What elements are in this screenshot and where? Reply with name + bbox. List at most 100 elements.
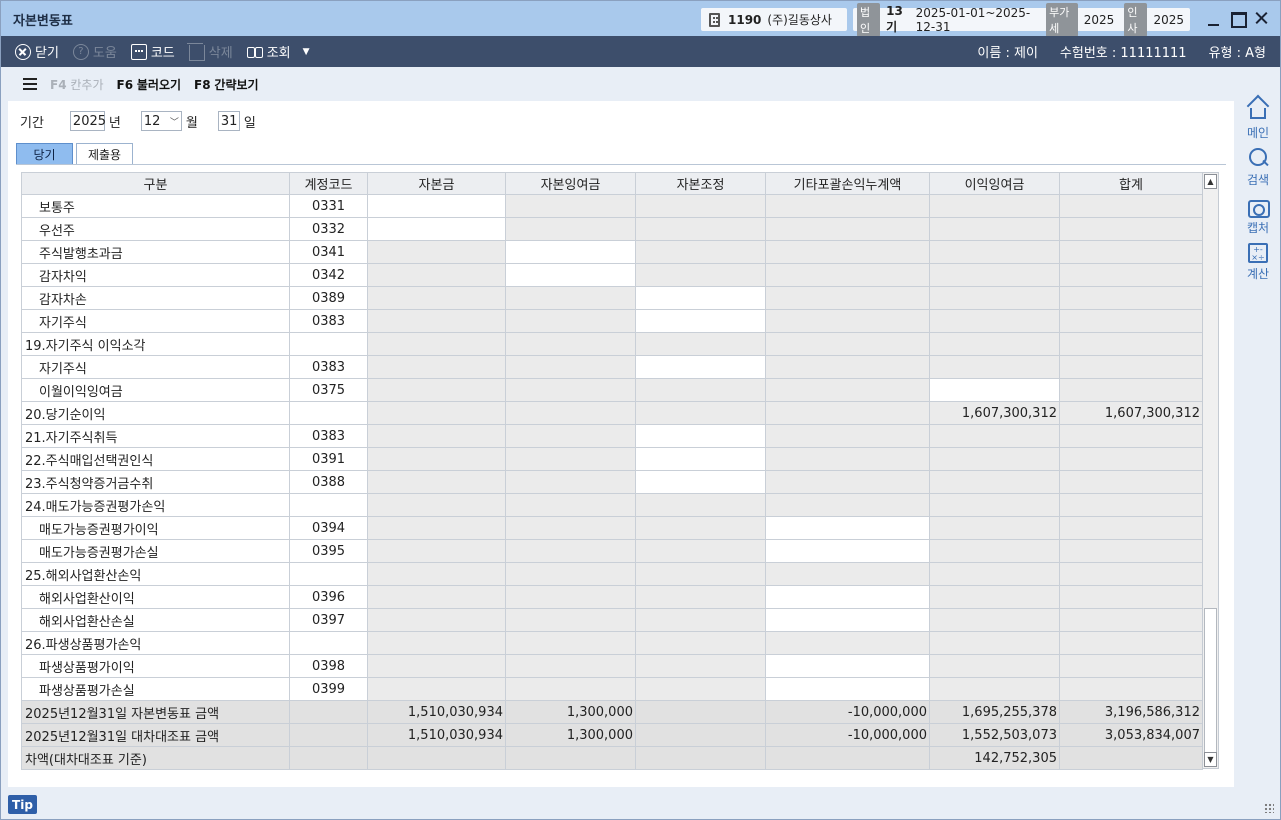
editable-amount-cell[interactable] bbox=[367, 194, 506, 218]
editable-amount-cell[interactable] bbox=[635, 447, 766, 471]
editable-amount-cell[interactable] bbox=[635, 309, 766, 333]
query-button[interactable]: 조회 bbox=[246, 36, 291, 67]
editable-amount-cell[interactable] bbox=[635, 286, 766, 310]
amount-cell bbox=[765, 217, 930, 241]
table-row: 매도가능증권평가이익 0394 bbox=[21, 516, 1203, 540]
account-code-cell[interactable] bbox=[289, 332, 368, 356]
month-select[interactable]: 12 ﹀ bbox=[140, 111, 182, 131]
row-label: 파생상품평가이익 bbox=[21, 654, 290, 678]
resize-grip-icon[interactable] bbox=[1264, 803, 1274, 813]
amount-cell bbox=[505, 355, 636, 379]
editable-amount-cell[interactable] bbox=[765, 539, 930, 563]
account-code-cell[interactable]: 0388 bbox=[289, 470, 368, 494]
delete-button[interactable]: 삭제 bbox=[186, 36, 233, 67]
row-label: 매도가능증권평가이익 bbox=[21, 516, 290, 540]
account-code-cell[interactable]: 0389 bbox=[289, 286, 368, 310]
editable-amount-cell[interactable] bbox=[505, 240, 636, 264]
editable-amount-cell[interactable] bbox=[635, 424, 766, 448]
account-code-cell[interactable]: 0383 bbox=[289, 309, 368, 333]
maximize-icon[interactable] bbox=[1230, 11, 1247, 28]
side-capture-button[interactable]: 캡처 bbox=[1237, 195, 1279, 243]
close-button[interactable]: 닫기 bbox=[15, 36, 59, 67]
account-code-cell[interactable]: 0396 bbox=[289, 585, 368, 609]
table-row: 주식발행초과금 0341 bbox=[21, 240, 1203, 264]
code-button-label: 코드 bbox=[150, 46, 175, 61]
side-main-button[interactable]: 메인 bbox=[1237, 99, 1279, 147]
editable-amount-cell[interactable] bbox=[635, 355, 766, 379]
code-button[interactable]: 코드 bbox=[130, 36, 175, 67]
account-code-cell[interactable]: 0332 bbox=[289, 217, 368, 241]
tab-submission[interactable]: 제출용 bbox=[76, 143, 133, 165]
more-dropdown-icon[interactable]: ▼ bbox=[303, 47, 310, 57]
table-row: 해외사업환산손실 0397 bbox=[21, 608, 1203, 632]
account-code-cell[interactable]: 0398 bbox=[289, 654, 368, 678]
amount-cell bbox=[1059, 562, 1203, 586]
scroll-thumb[interactable] bbox=[1204, 608, 1217, 753]
account-code-cell[interactable]: 0331 bbox=[289, 194, 368, 218]
account-code-cell[interactable] bbox=[289, 562, 368, 586]
amount-cell bbox=[929, 631, 1060, 655]
close-window-icon[interactable] bbox=[1254, 11, 1270, 27]
hr-year: 2025 bbox=[1153, 12, 1184, 27]
amount-cell bbox=[367, 631, 506, 655]
row-label: 21.자기주식취득 bbox=[21, 424, 290, 448]
editable-amount-cell[interactable] bbox=[367, 217, 506, 241]
account-code-cell[interactable] bbox=[289, 631, 368, 655]
tab-current[interactable]: 당기 bbox=[16, 143, 73, 165]
editable-amount-cell[interactable] bbox=[765, 585, 930, 609]
exam-number-info: 수험번호 : 11111111 bbox=[1059, 46, 1187, 61]
account-code-cell[interactable]: 0375 bbox=[289, 378, 368, 402]
year-input[interactable]: 2025 bbox=[69, 111, 106, 131]
editable-amount-cell[interactable] bbox=[929, 378, 1060, 402]
side-calc-button[interactable]: +- ×÷ 계산 bbox=[1237, 243, 1279, 291]
row-label: 차액(대차대조표 기준) bbox=[21, 746, 290, 770]
scroll-up-icon[interactable]: ▲ bbox=[1204, 174, 1217, 189]
account-code-cell[interactable]: 0383 bbox=[289, 424, 368, 448]
fiscal-period-box[interactable]: 법인 13기 2025-01-01~2025-12-31 부가세 2025 인사… bbox=[853, 2, 1190, 37]
f8-summary-button[interactable]: F8 간략보기 bbox=[194, 76, 259, 93]
account-code-cell[interactable]: 0383 bbox=[289, 355, 368, 379]
table-row: 25.해외사업환산손익 bbox=[21, 562, 1203, 586]
f4-add-column-button[interactable]: F4 칸추가 bbox=[50, 76, 104, 93]
editable-amount-cell[interactable] bbox=[765, 516, 930, 540]
account-code-cell[interactable]: 0397 bbox=[289, 608, 368, 632]
editable-amount-cell[interactable] bbox=[765, 608, 930, 632]
amount-cell: -10,000,000 bbox=[765, 700, 930, 724]
editable-amount-cell[interactable] bbox=[765, 654, 930, 678]
amount-cell bbox=[505, 447, 636, 471]
company-selector[interactable]: 1190 (주)길동상사 bbox=[701, 8, 847, 31]
query-button-label: 조회 bbox=[266, 46, 291, 61]
account-code-cell[interactable]: 0342 bbox=[289, 263, 368, 287]
account-code-cell[interactable] bbox=[289, 723, 368, 747]
amount-cell bbox=[929, 516, 1060, 540]
account-code-cell[interactable]: 0394 bbox=[289, 516, 368, 540]
editable-amount-cell[interactable] bbox=[635, 470, 766, 494]
account-code-cell[interactable] bbox=[289, 746, 368, 770]
side-search-button[interactable]: 검색 bbox=[1237, 147, 1279, 195]
editable-amount-cell[interactable] bbox=[765, 677, 930, 701]
account-code-cell[interactable] bbox=[289, 700, 368, 724]
col-header-retained-earnings: 이익잉여금 bbox=[929, 172, 1060, 195]
account-code-cell[interactable]: 0399 bbox=[289, 677, 368, 701]
account-code-cell[interactable]: 0395 bbox=[289, 539, 368, 563]
scroll-down-icon[interactable]: ▼ bbox=[1204, 752, 1217, 767]
amount-cell bbox=[635, 516, 766, 540]
vertical-scrollbar[interactable]: ▲ ▼ bbox=[1202, 172, 1219, 769]
day-input[interactable]: 31 bbox=[217, 111, 240, 131]
amount-cell: 1,300,000 bbox=[505, 700, 636, 724]
f6-load-button[interactable]: F6 불러오기 bbox=[117, 76, 182, 93]
menu-icon[interactable] bbox=[23, 78, 37, 90]
account-code-cell[interactable]: 0341 bbox=[289, 240, 368, 264]
amount-cell bbox=[765, 631, 930, 655]
account-code-cell[interactable]: 0391 bbox=[289, 447, 368, 471]
amount-cell bbox=[929, 286, 1060, 310]
help-button[interactable]: ? 도움 bbox=[72, 36, 117, 67]
account-code-cell[interactable] bbox=[289, 401, 368, 425]
tip-button[interactable]: Tip bbox=[8, 795, 37, 814]
amount-cell: 3,053,834,007 bbox=[1059, 723, 1203, 747]
minimize-icon[interactable] bbox=[1206, 11, 1222, 27]
amount-cell bbox=[367, 585, 506, 609]
code-icon bbox=[130, 43, 147, 60]
account-code-cell[interactable] bbox=[289, 493, 368, 517]
editable-amount-cell[interactable] bbox=[505, 263, 636, 287]
